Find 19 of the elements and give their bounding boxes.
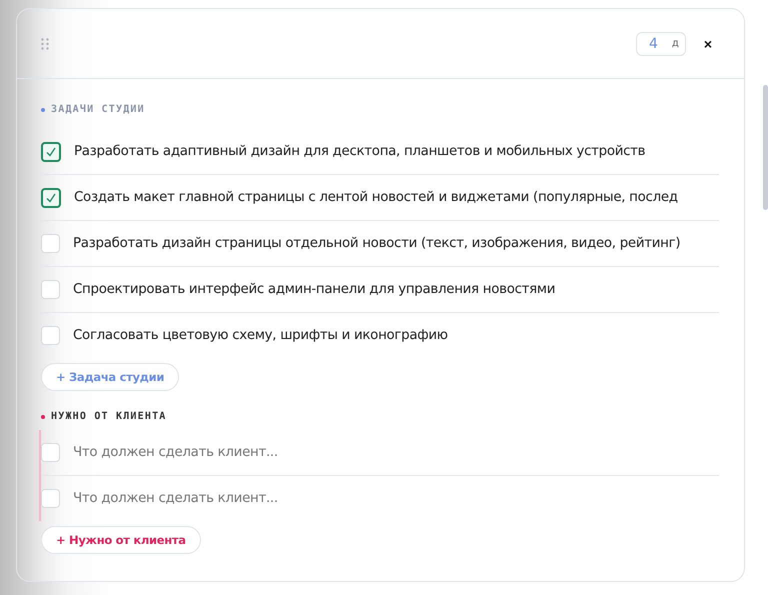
task-text: Согласовать цветовую схему, шрифты и иконографию: [73, 328, 448, 343]
task-text: Создать макет главной страницы с лентой новостей и виджетами (популярные, послед: [74, 190, 678, 205]
task-text: Разработать адаптивный дизайн для десктопа, планшетов и мобильных устройств: [74, 144, 646, 159]
task-input[interactable]: Что должен сделать клиент...: [73, 491, 719, 506]
add-task-button[interactable]: + Нужно от клиента: [41, 526, 201, 554]
task-text: Спроектировать интерфейс админ-панели для управления новостями: [73, 282, 556, 297]
add-task-button[interactable]: + Задача студии: [41, 363, 180, 391]
check-icon: [46, 146, 56, 156]
check-icon: [46, 192, 56, 202]
days-field[interactable]: 4 д: [636, 32, 686, 56]
days-unit: д: [672, 38, 679, 49]
drag-handle-icon[interactable]: [41, 38, 49, 50]
checkbox[interactable]: [41, 142, 61, 162]
task-text: Разработать дизайн страницы отдельной новости (текст, изображения, видео, рейтинг): [73, 236, 680, 251]
checkbox[interactable]: [41, 188, 61, 208]
close-button[interactable]: ×: [696, 36, 720, 52]
task-input[interactable]: Что должен сделать клиент...: [73, 445, 719, 460]
section-title: НУЖНО ОТ КЛИЕНТА: [51, 411, 167, 422]
section-title: ЗАДАЧИ СТУДИИ: [51, 104, 145, 115]
